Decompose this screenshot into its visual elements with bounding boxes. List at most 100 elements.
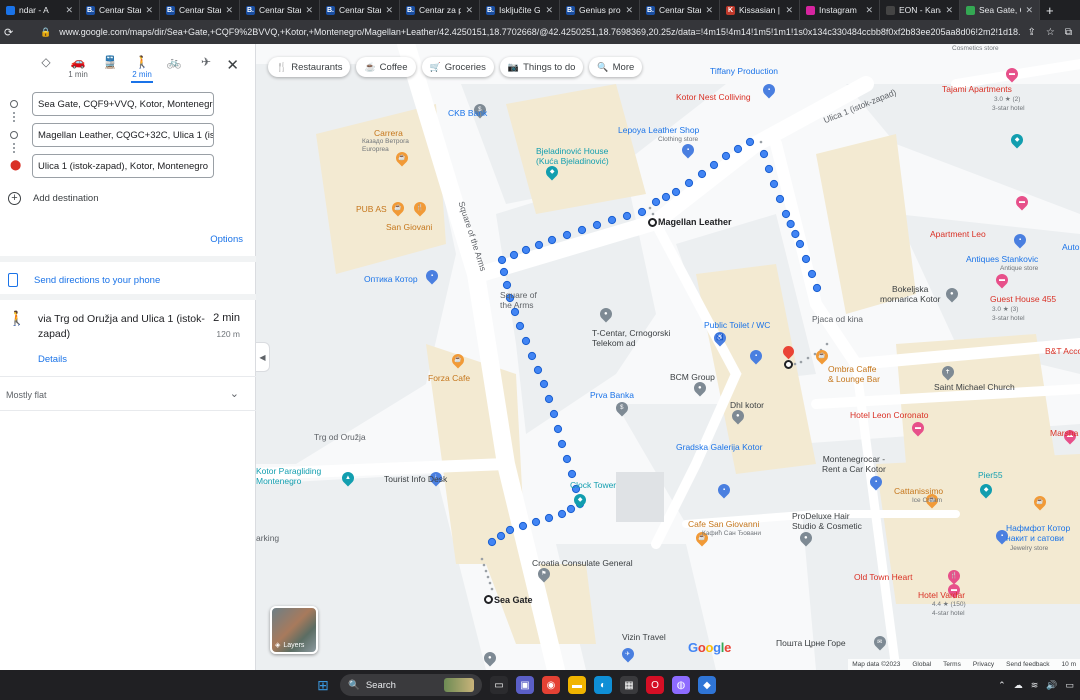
place-label[interactable]: Forza Cafe [428, 373, 470, 383]
place-label[interactable]: Guest House 455 [990, 294, 1056, 304]
place-label[interactable]: Croatia Consulate General [532, 558, 633, 568]
place-label[interactable]: Marsha [1050, 428, 1078, 438]
place-label[interactable]: Montenegrocar - Rent a Car Kotor [822, 454, 886, 474]
travel-mode-walking[interactable]: 🚶 2 min [126, 56, 158, 83]
travel-mode-best-route[interactable]: ◇ [30, 56, 62, 70]
place-label[interactable]: Prva Banka [590, 390, 634, 400]
app-icon[interactable]: ◍ [672, 676, 690, 694]
bookmark-star-icon[interactable]: ☆ [1046, 27, 1055, 38]
origin-input[interactable]: Sea Gate, CQF9+VVQ, Kotor, Montenegro [32, 92, 214, 116]
destination-marker-icon[interactable] [784, 360, 793, 369]
attribution-link[interactable]: Global [912, 661, 931, 668]
reload-icon[interactable]: ⟳ [0, 26, 40, 39]
browser-tab[interactable]: B. Centar Staroc ✕ [160, 0, 240, 20]
url-field[interactable]: 🔒 www.google.com/maps/dir/Sea+Gate,+CQF9… [40, 27, 1020, 38]
place-label[interactable]: Square of the Arms [500, 290, 537, 310]
close-directions-button[interactable]: ✕ [226, 56, 239, 74]
teams-icon[interactable]: ▣ [516, 676, 534, 694]
travel-mode-flight[interactable]: ✈ [190, 56, 222, 70]
send-directions-to-phone-button[interactable]: Send directions to your phone [8, 273, 160, 287]
extensions-icon[interactable]: ⧉ [1065, 27, 1072, 38]
place-label[interactable]: Saint Michael Church [934, 382, 1015, 392]
browser-tab[interactable]: B. Centar Staroc ✕ [240, 0, 320, 20]
close-tab-icon[interactable]: ✕ [545, 5, 553, 16]
layers-button[interactable]: ◈ Layers [270, 606, 318, 654]
attribution-link[interactable]: 10 m [1062, 661, 1076, 668]
close-tab-icon[interactable]: ✕ [865, 5, 873, 16]
place-label[interactable]: ProDeluxe Hair Studio & Cosmetic [792, 511, 862, 531]
close-tab-icon[interactable]: ✕ [65, 5, 73, 16]
browser-tab[interactable]: B. Isključite Gen ✕ [480, 0, 560, 20]
place-label[interactable]: Public Toilet / WC [704, 320, 770, 330]
place-label[interactable]: Lepoya Leather Shop [618, 125, 699, 135]
place-label[interactable]: Bokeljska mornarica Kotor [880, 284, 940, 304]
wifi-icon[interactable]: ≋ [1031, 680, 1039, 691]
place-label[interactable]: Оптика Котор [364, 274, 418, 284]
browser-tab[interactable]: B. Centar Staroc ✕ [640, 0, 720, 20]
windows-start-icon[interactable]: ⊞ [314, 676, 332, 694]
close-tab-icon[interactable]: ✕ [945, 5, 953, 16]
place-label[interactable]: San Giovani [386, 222, 432, 232]
chevron-down-icon[interactable]: ⌄ [230, 387, 239, 400]
place-label[interactable]: Clock Tower [570, 480, 616, 490]
place-label[interactable]: Tajami Apartments [942, 84, 1012, 94]
route-details-link[interactable]: Details [38, 354, 67, 365]
options-link[interactable]: Options [210, 234, 243, 245]
place-label[interactable]: Antiques Stankovic [966, 254, 1038, 264]
place-label[interactable]: BCM Group [670, 372, 715, 382]
place-label[interactable]: Kotor Nest Colliving [676, 92, 751, 102]
place-label[interactable]: T-Centar, Crnogorski Telekom ad [592, 328, 670, 348]
close-tab-icon[interactable]: ✕ [625, 5, 633, 16]
share-icon[interactable]: ⇪ [1028, 27, 1036, 38]
task-view-icon[interactable]: ▭ [490, 676, 508, 694]
place-label[interactable]: B&T Acco [1045, 346, 1080, 356]
attribution-link[interactable]: Send feedback [1006, 661, 1049, 668]
place-label[interactable]: Pier55 [978, 470, 1003, 480]
place-label[interactable]: Cattanissimo [894, 486, 943, 496]
attribution-link[interactable]: Privacy [973, 661, 994, 668]
close-tab-icon[interactable]: ✕ [785, 5, 793, 16]
place-label[interactable]: Нафмфот Котор накит и сатови [1006, 523, 1070, 543]
origin-label[interactable]: Sea Gate [494, 595, 533, 605]
travel-mode-car[interactable]: 🚗 1 min [62, 56, 94, 79]
destination-input[interactable]: Ulica 1 (istok-zapad), Kotor, Montenegro [32, 154, 214, 178]
new-tab-button[interactable]: + [1040, 3, 1060, 18]
place-label[interactable]: CKB Bank [448, 108, 487, 118]
place-label[interactable]: Vizin Travel [622, 632, 666, 642]
browser-tab[interactable]: B. Genius progr ✕ [560, 0, 640, 20]
stop-input[interactable]: Magellan Leather, CQGC+32C, Ulica 1 (ist… [32, 123, 214, 147]
close-tab-icon[interactable]: ✕ [385, 5, 393, 16]
close-tab-icon[interactable]: ✕ [705, 5, 713, 16]
chevron-up-icon[interactable]: ⌃ [998, 680, 1006, 691]
place-label[interactable]: Kotor Paragliding Montenegro [256, 466, 321, 486]
chip-restaurants[interactable]: 🍴 Restaurants [268, 57, 351, 77]
edge-icon[interactable]: ◐ [594, 676, 612, 694]
place-label[interactable]: Ombra Caffe & Lounge Bar [828, 364, 880, 384]
chip-coffee[interactable]: ☕ Coffee [356, 57, 416, 77]
place-label[interactable]: Bjeladinović House (Kuća Bjeladinović) [536, 146, 609, 166]
place-label[interactable]: Apartment Leo [930, 229, 986, 239]
speaker-icon[interactable]: 🔊 [1046, 680, 1057, 691]
close-tab-icon[interactable]: ✕ [305, 5, 313, 16]
browser-tab[interactable]: B. Centar za po ✕ [400, 0, 480, 20]
place-label[interactable]: Gradska Galerija Kotor [676, 442, 762, 452]
travel-mode-transit[interactable]: 🚆 [94, 56, 126, 70]
browser-tab[interactable]: ndar - A ✕ [0, 0, 80, 20]
browser-tab[interactable]: Sea Gate, CQ ✕ [960, 0, 1040, 20]
chip-things-to-do[interactable]: 📷 Things to do [499, 57, 584, 77]
collapse-panel-button[interactable]: ◀ [256, 342, 270, 372]
place-label[interactable]: Cafe San Giovanni [688, 519, 759, 529]
close-tab-icon[interactable]: ✕ [145, 5, 153, 16]
browser-tab[interactable]: EON - Kanali ✕ [880, 0, 960, 20]
close-tab-icon[interactable]: ✕ [225, 5, 233, 16]
stop-label[interactable]: Magellan Leather [658, 217, 732, 227]
close-tab-icon[interactable]: ✕ [1025, 5, 1033, 16]
opera-icon[interactable]: O [646, 676, 664, 694]
place-label[interactable]: Tourist Info Desk [384, 474, 447, 484]
place-label[interactable]: Tiffany Production [710, 66, 778, 76]
taskbar-search[interactable]: 🔍 Search [340, 674, 482, 696]
stop-marker-icon[interactable] [648, 218, 657, 227]
place-label[interactable]: Old Town Heart [854, 572, 912, 582]
travel-mode-cycling[interactable]: 🚲 [158, 56, 190, 70]
place-label[interactable]: Auto [1062, 242, 1080, 252]
